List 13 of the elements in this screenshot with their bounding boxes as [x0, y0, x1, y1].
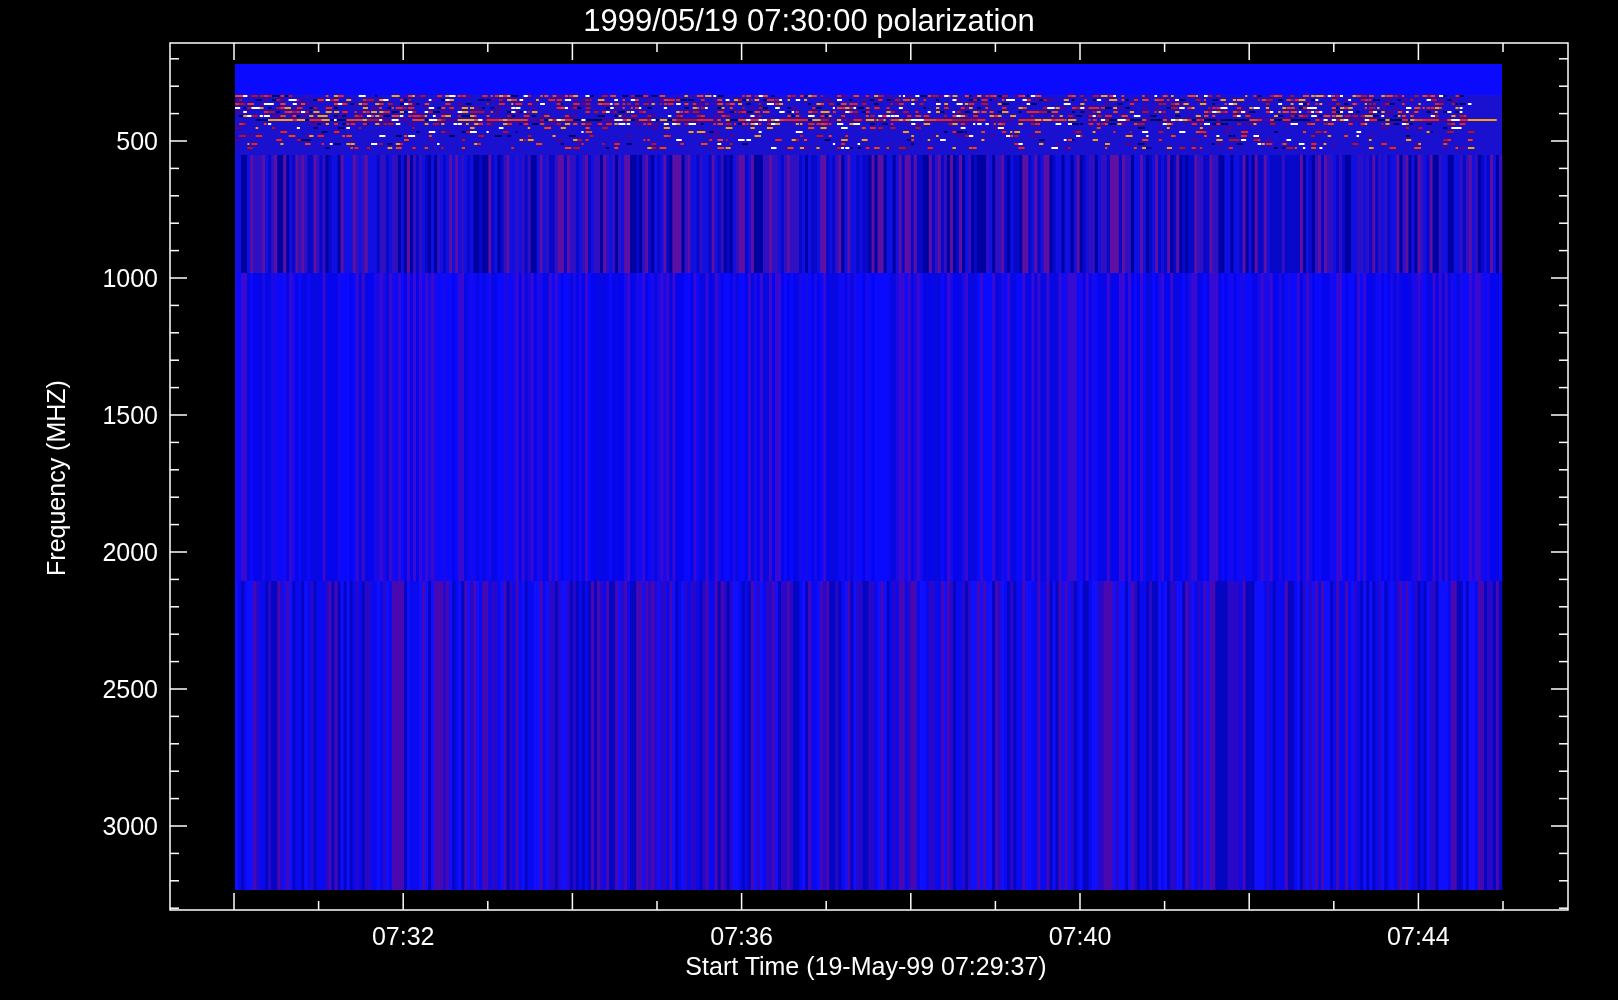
y-tick-label: 2500: [102, 675, 158, 703]
x-tick-label: 07:32: [371, 922, 435, 950]
y-tick-label: 3000: [102, 812, 158, 840]
x-tick-label: 07:40: [1048, 922, 1112, 950]
y-tick-label: 1000: [102, 264, 158, 292]
y-tick-label: 1500: [102, 401, 158, 429]
y-axis-title: Frequency (MHZ): [42, 380, 70, 576]
y-tick-label: 2000: [102, 538, 158, 566]
x-tick-label: 07:36: [710, 922, 773, 950]
x-axis-title: Start Time (19-May-99 07:29:37): [685, 952, 1047, 980]
y-tick-label: 500: [116, 127, 158, 155]
x-tick-label: 07:44: [1387, 922, 1450, 950]
chart-title: 1999/05/19 07:30:00 polarization: [583, 3, 1035, 38]
